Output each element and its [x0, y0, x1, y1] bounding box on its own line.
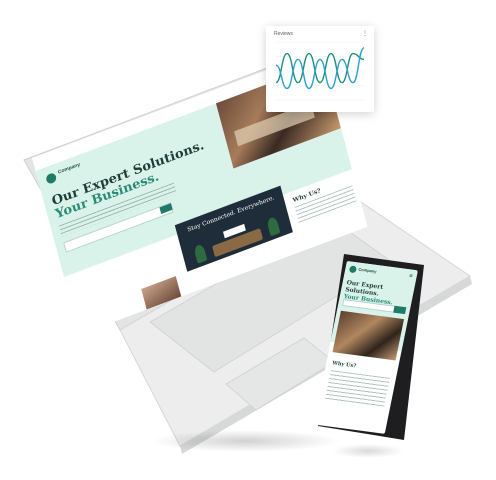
plant-icon — [193, 243, 208, 264]
phone-why-title: Why Us? — [331, 360, 357, 370]
phone-why-text — [324, 370, 391, 408]
phone-office-image — [332, 310, 404, 361]
reviews-card: Reviews ⋮ — [266, 26, 374, 112]
phone-submit-button[interactable] — [393, 305, 407, 315]
mockup-stage: Company Our Expert Solutions. Your Busin… — [0, 0, 496, 480]
why-text — [294, 185, 358, 226]
phone-shadow — [332, 444, 404, 458]
plant-icon — [266, 216, 281, 237]
chart-series-line-1 — [275, 52, 365, 84]
reviews-chart — [275, 41, 365, 101]
laptop-shadow — [150, 430, 340, 452]
